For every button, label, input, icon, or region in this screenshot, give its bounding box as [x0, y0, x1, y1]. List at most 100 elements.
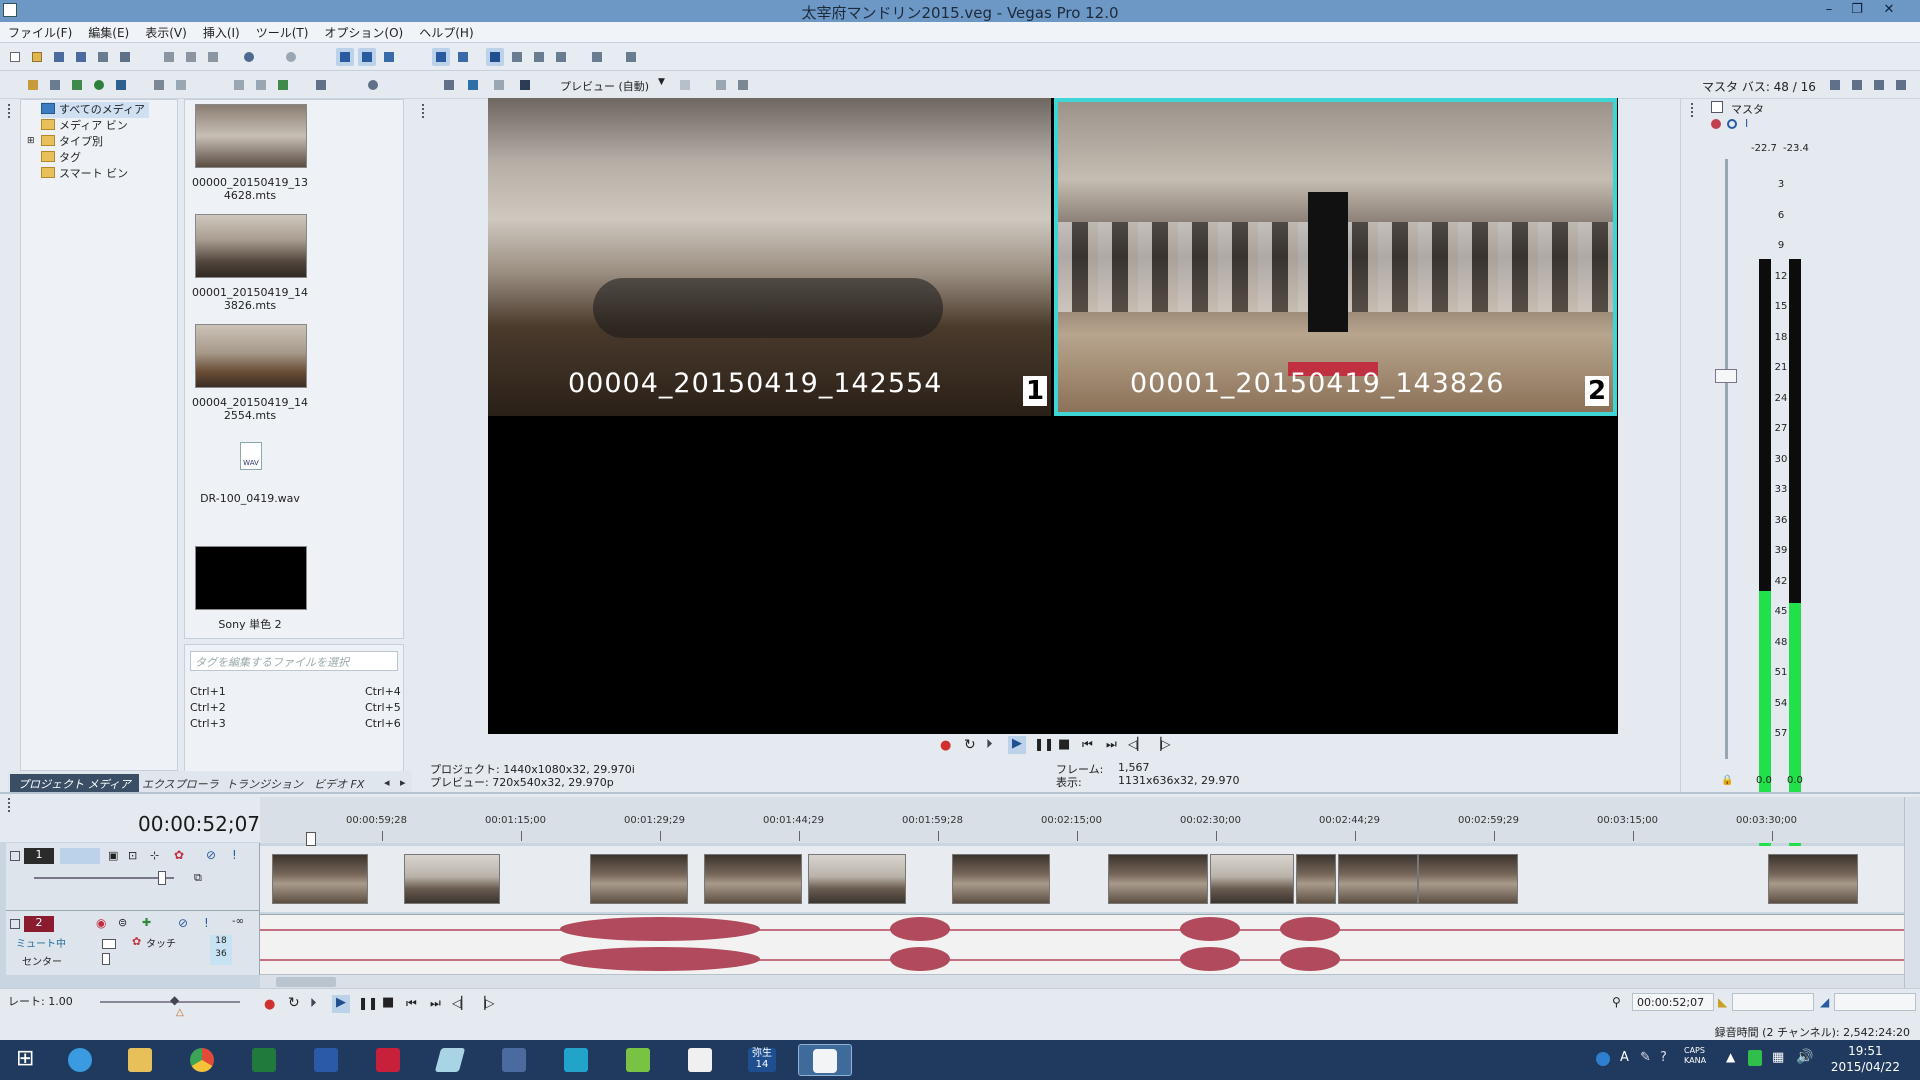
lock-icon[interactable]: 🔒 — [1721, 775, 1733, 786]
go-to-start-icon[interactable]: ⏮ — [406, 996, 417, 1011]
selection-tool-icon[interactable] — [530, 48, 548, 66]
go-to-start-icon[interactable]: ⏮ — [1082, 737, 1093, 752]
snap-icon[interactable] — [336, 48, 354, 66]
certificate-icon[interactable] — [680, 1044, 720, 1076]
menu-options[interactable]: オプション(O) — [316, 22, 411, 41]
tree-item-smart-bins[interactable]: スマート ビン — [41, 166, 128, 182]
master-toggle-icon[interactable] — [1711, 101, 1723, 113]
dim-output-icon[interactable] — [1870, 76, 1888, 94]
preview-quality-dropdown[interactable]: プレビュー (自動) — [560, 78, 649, 94]
zoom-tool-icon[interactable] — [552, 48, 570, 66]
video-clip[interactable] — [1210, 854, 1294, 904]
stop-icon[interactable]: ■ — [382, 995, 394, 1010]
panel-grip[interactable] — [8, 798, 12, 812]
media-fx-icon[interactable] — [112, 76, 130, 94]
video-clip[interactable] — [1296, 854, 1336, 904]
play-icon[interactable]: ▶ — [1008, 736, 1026, 754]
new-icon[interactable] — [6, 48, 24, 66]
downmix-icon[interactable] — [1848, 76, 1866, 94]
region-start[interactable] — [1732, 993, 1814, 1011]
show-hidden-icon[interactable]: ▲ — [1726, 1050, 1735, 1064]
go-to-end-icon[interactable]: ⏭ — [430, 996, 441, 1011]
pause-icon[interactable]: ❚❚ — [358, 996, 378, 1010]
stop-preview-icon[interactable] — [252, 76, 270, 94]
video-clip[interactable] — [1108, 854, 1208, 904]
chevron-down-icon[interactable]: ▼ — [658, 77, 665, 87]
views-icon[interactable] — [312, 76, 330, 94]
cursor-position[interactable]: 00:00:52;07 — [1632, 993, 1714, 1011]
whats-this-help-icon[interactable] — [622, 48, 640, 66]
play-icon[interactable]: ▶ — [332, 995, 350, 1013]
undo-icon[interactable] — [240, 48, 258, 66]
tray-network-icon[interactable] — [1596, 1052, 1610, 1066]
tree-item-by-type[interactable]: タイプ別 — [41, 134, 103, 150]
properties-icon[interactable] — [116, 48, 134, 66]
motion-icon[interactable]: ⊡ — [128, 849, 137, 862]
notes-icon[interactable] — [430, 1044, 470, 1076]
app-teal-icon[interactable] — [556, 1044, 596, 1076]
tab-transitions[interactable]: トランジション — [218, 774, 311, 792]
get-media-web-icon[interactable] — [68, 76, 86, 94]
ripple-icon[interactable] — [380, 48, 398, 66]
restore-button[interactable]: ❐ — [1846, 2, 1868, 18]
video-clip[interactable] — [404, 854, 500, 904]
play-from-start-icon[interactable]: ⏵ — [310, 996, 317, 1011]
menu-file[interactable]: ファイル(F) — [0, 22, 80, 41]
help-tray-icon[interactable]: ? — [1660, 1050, 1667, 1065]
track-fx-icon[interactable]: ✚ — [142, 916, 151, 929]
tab-project-media[interactable]: プロジェクト メディア — [10, 774, 139, 792]
chrome-icon[interactable] — [182, 1044, 222, 1076]
save-as-icon[interactable] — [72, 48, 90, 66]
menu-help[interactable]: ヘルプ(H) — [411, 22, 481, 41]
next-frame-icon[interactable]: ▕▷ — [1152, 737, 1170, 751]
compositing-icon[interactable]: ▣ — [108, 849, 118, 862]
loop-icon[interactable]: ↻ — [964, 737, 976, 753]
time-ruler[interactable]: 00:00:59;28 00:01:15;00 00:01:29;29 00:01:4… — [260, 797, 1904, 843]
explorer-icon[interactable] — [120, 1044, 160, 1076]
video-clip[interactable] — [1768, 854, 1858, 904]
excel-icon[interactable] — [244, 1044, 284, 1076]
security-icon[interactable] — [1748, 1050, 1762, 1066]
play-from-start-icon[interactable]: ⏵ — [986, 737, 993, 752]
ime-icon[interactable]: A — [1620, 1050, 1629, 1065]
tab-scroll-right-icon[interactable]: ▸ — [392, 774, 414, 792]
mute-track-icon[interactable]: ⊘ — [206, 848, 216, 862]
start-button[interactable]: ⊞ — [6, 1044, 46, 1076]
redo-icon[interactable] — [282, 48, 300, 66]
record-icon[interactable]: ● — [264, 997, 275, 1012]
stop-icon[interactable]: ■ — [1058, 737, 1070, 752]
menu-insert[interactable]: 挿入(I) — [195, 22, 248, 41]
tab-video-fx[interactable]: ビデオ FX — [306, 774, 372, 792]
video-clip[interactable] — [1418, 854, 1518, 904]
fx-icon[interactable] — [490, 76, 508, 94]
taskbar-clock[interactable]: 19:51 2015/04/22 — [1831, 1043, 1900, 1075]
track-name-field[interactable] — [60, 848, 100, 864]
camera-2-view[interactable]: 00001_20150419_143826 2 — [1054, 98, 1617, 416]
mixer-icon[interactable] — [1892, 76, 1910, 94]
word-icon[interactable] — [306, 1044, 346, 1076]
invert-phase-icon[interactable]: ⊜ — [118, 916, 127, 929]
mute-icon[interactable] — [1727, 119, 1737, 129]
track-motion-icon[interactable]: ⧉ — [194, 871, 202, 885]
copy-icon[interactable] — [182, 48, 200, 66]
acrobat-icon[interactable] — [368, 1044, 408, 1076]
play-preview-icon[interactable] — [230, 76, 248, 94]
render-icon[interactable] — [94, 48, 112, 66]
arm-record-icon[interactable]: ◉ — [96, 916, 106, 930]
external-monitor-icon[interactable] — [464, 76, 482, 94]
volume-slider[interactable] — [102, 939, 116, 949]
fx-chain-icon[interactable] — [1711, 119, 1721, 129]
prev-frame-icon[interactable]: ◁▏ — [452, 996, 470, 1010]
vertical-scrollbar[interactable] — [1904, 797, 1920, 988]
capture-icon[interactable] — [46, 76, 64, 94]
automation-mode[interactable]: タッチ — [146, 935, 176, 950]
track-minimize-icon[interactable] — [10, 851, 20, 861]
selection-length[interactable] — [1834, 993, 1916, 1011]
close-button[interactable]: ✕ — [1878, 2, 1900, 18]
video-clip[interactable] — [704, 854, 802, 904]
lock-envelopes-icon[interactable] — [432, 48, 450, 66]
meter-reset-left[interactable]: 0.0 — [1756, 775, 1772, 786]
video-track[interactable] — [260, 846, 1904, 912]
video-clip[interactable] — [590, 854, 688, 904]
prev-frame-icon[interactable]: ◁▏ — [1128, 737, 1146, 751]
